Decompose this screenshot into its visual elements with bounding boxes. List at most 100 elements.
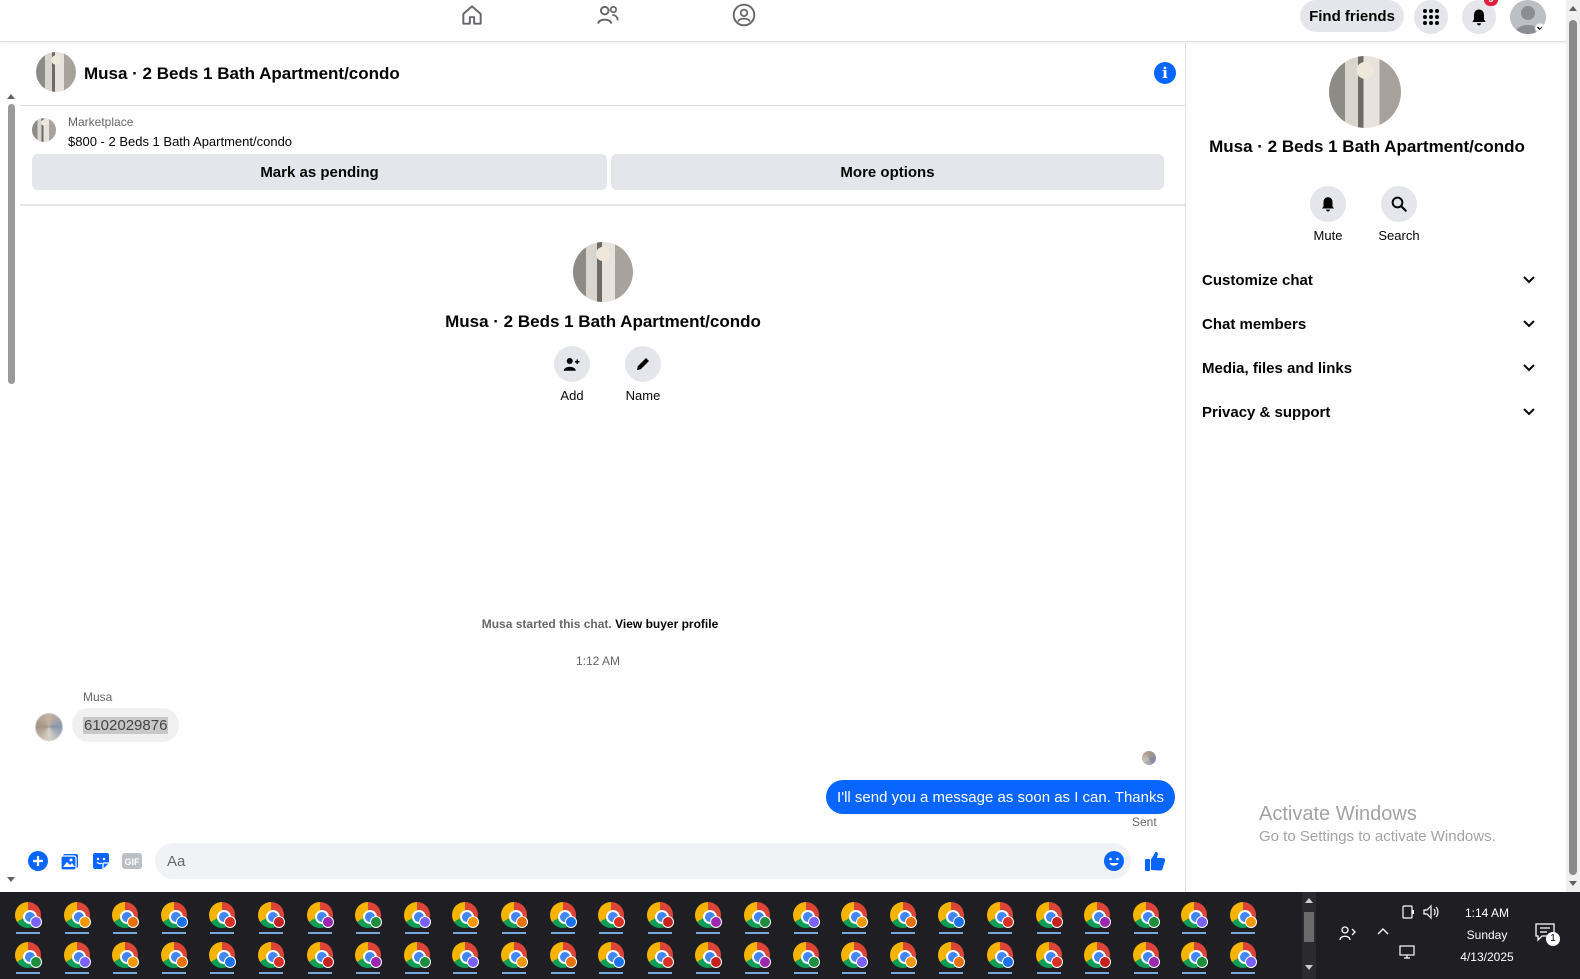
chrome-profile-taskbar-icon[interactable] bbox=[1221, 936, 1265, 974]
chrome-profile-taskbar-icon[interactable] bbox=[784, 936, 828, 974]
chrome-profile-taskbar-icon[interactable] bbox=[686, 896, 730, 934]
edit-name-button[interactable]: Name bbox=[613, 346, 673, 403]
chrome-profile-taskbar-icon[interactable] bbox=[395, 896, 439, 934]
mute-button[interactable]: Mute bbox=[1298, 186, 1358, 243]
chrome-profile-taskbar-icon[interactable] bbox=[541, 896, 585, 934]
chrome-profile-taskbar-icon[interactable] bbox=[249, 936, 293, 974]
chat-title[interactable]: Musa · 2 Beds 1 Bath Apartment/condo bbox=[84, 64, 400, 84]
chrome-profile-taskbar-icon[interactable] bbox=[881, 896, 925, 934]
find-friends-button[interactable]: Find friends bbox=[1300, 0, 1404, 32]
chrome-profile-taskbar-icon[interactable] bbox=[735, 936, 779, 974]
privacy-support-section[interactable]: Privacy & support bbox=[1202, 392, 1548, 432]
chrome-profile-taskbar-icon[interactable] bbox=[589, 936, 633, 974]
chrome-profile-taskbar-icon[interactable] bbox=[881, 936, 925, 974]
listing-thumbnail[interactable] bbox=[32, 118, 56, 142]
chrome-profile-taskbar-icon[interactable] bbox=[832, 896, 876, 934]
chrome-profile-taskbar-icon[interactable] bbox=[589, 896, 633, 934]
groups-icon[interactable] bbox=[724, 0, 764, 30]
chrome-profile-taskbar-icon[interactable] bbox=[784, 896, 828, 934]
chrome-profile-taskbar-icon[interactable] bbox=[929, 936, 973, 974]
chrome-profile-taskbar-icon[interactable] bbox=[832, 936, 876, 974]
chrome-profile-taskbar-icon[interactable] bbox=[55, 896, 99, 934]
taskbar-clock[interactable]: 1:14 AM Sunday 4/13/2025 bbox=[1442, 902, 1532, 968]
home-icon[interactable] bbox=[452, 0, 492, 30]
gif-icon[interactable]: GIF bbox=[121, 850, 143, 872]
chat-avatar[interactable] bbox=[36, 52, 76, 92]
chat-members-section[interactable]: Chat members bbox=[1202, 304, 1548, 344]
outgoing-message[interactable]: I'll send you a message as soon as I can… bbox=[826, 780, 1175, 814]
chrome-profile-taskbar-icon[interactable] bbox=[978, 896, 1022, 934]
chrome-profile-taskbar-icon[interactable] bbox=[929, 896, 973, 934]
add-people-button[interactable]: Add bbox=[542, 346, 602, 403]
search-button[interactable]: Search bbox=[1369, 186, 1429, 243]
chrome-profile-taskbar-icon[interactable] bbox=[541, 936, 585, 974]
chrome-profile-taskbar-icon[interactable] bbox=[1172, 936, 1216, 974]
chrome-profile-taskbar-icon[interactable] bbox=[395, 936, 439, 974]
menu-grid-button[interactable] bbox=[1414, 0, 1448, 34]
name-label: Name bbox=[625, 388, 661, 403]
chrome-profile-taskbar-icon[interactable] bbox=[1075, 936, 1119, 974]
account-avatar[interactable] bbox=[1510, 0, 1546, 34]
notification-count-badge: 1 bbox=[1546, 932, 1560, 946]
people-icon[interactable] bbox=[1338, 924, 1358, 942]
chrome-profile-taskbar-icon[interactable] bbox=[298, 896, 342, 934]
chrome-profile-taskbar-icon[interactable] bbox=[1172, 896, 1216, 934]
chrome-profile-taskbar-icon[interactable] bbox=[492, 936, 536, 974]
chevron-up-icon[interactable] bbox=[1376, 926, 1390, 936]
info-icon[interactable]: i bbox=[1154, 62, 1176, 84]
chrome-profile-taskbar-icon[interactable] bbox=[735, 896, 779, 934]
chrome-profile-taskbar-icon[interactable] bbox=[103, 896, 147, 934]
chrome-profile-taskbar-icon[interactable] bbox=[1221, 896, 1265, 934]
view-buyer-profile-link[interactable]: View buyer profile bbox=[615, 617, 718, 631]
chrome-profile-taskbar-icon[interactable] bbox=[346, 896, 390, 934]
add-person-icon bbox=[563, 358, 580, 371]
taskbar-scrollbar[interactable] bbox=[1302, 892, 1316, 979]
incoming-message[interactable]: 6102029876 bbox=[72, 708, 180, 742]
photo-icon[interactable] bbox=[59, 850, 81, 872]
chrome-profile-taskbar-icon[interactable] bbox=[978, 936, 1022, 974]
chrome-profile-taskbar-icon[interactable] bbox=[686, 936, 730, 974]
chrome-profile-taskbar-icon[interactable] bbox=[1124, 896, 1168, 934]
chrome-profile-taskbar-icon[interactable] bbox=[249, 896, 293, 934]
chrome-profile-taskbar-icon[interactable] bbox=[200, 896, 244, 934]
chrome-profile-taskbar-icon[interactable] bbox=[152, 896, 196, 934]
network-icon[interactable] bbox=[1398, 944, 1418, 960]
chrome-profile-taskbar-icon[interactable] bbox=[200, 936, 244, 974]
mark-as-pending-button[interactable]: Mark as pending bbox=[32, 154, 607, 190]
intro-avatar[interactable] bbox=[573, 242, 633, 302]
chrome-profile-taskbar-icon[interactable] bbox=[298, 936, 342, 974]
page-scrollbar[interactable] bbox=[1566, 0, 1580, 892]
customize-chat-section[interactable]: Customize chat bbox=[1202, 260, 1548, 300]
chrome-profile-taskbar-icon[interactable] bbox=[638, 936, 682, 974]
listing-title[interactable]: $800 - 2 Beds 1 Bath Apartment/condo bbox=[68, 134, 292, 149]
chrome-profile-taskbar-icon[interactable] bbox=[443, 896, 487, 934]
chrome-profile-taskbar-icon[interactable] bbox=[6, 936, 50, 974]
emoji-icon[interactable] bbox=[1103, 850, 1125, 872]
chrome-profile-taskbar-icon[interactable] bbox=[152, 936, 196, 974]
chat-scrollbar[interactable] bbox=[4, 88, 18, 888]
message-input[interactable]: Aa bbox=[155, 843, 1131, 879]
friends-icon[interactable] bbox=[588, 0, 628, 30]
chrome-profile-taskbar-icon[interactable] bbox=[638, 896, 682, 934]
sender-avatar[interactable] bbox=[35, 713, 63, 741]
battery-icon[interactable] bbox=[1400, 904, 1416, 920]
more-options-button[interactable]: More options bbox=[611, 154, 1164, 190]
action-center-button[interactable]: 1 bbox=[1534, 922, 1560, 946]
chrome-profile-taskbar-icon[interactable] bbox=[1075, 896, 1119, 934]
chrome-profile-taskbar-icon[interactable] bbox=[346, 936, 390, 974]
chrome-profile-taskbar-icon[interactable] bbox=[103, 936, 147, 974]
chrome-profile-taskbar-icon[interactable] bbox=[492, 896, 536, 934]
chrome-profile-taskbar-icon[interactable] bbox=[1027, 936, 1071, 974]
chrome-profile-taskbar-icon[interactable] bbox=[1124, 936, 1168, 974]
chrome-profile-taskbar-icon[interactable] bbox=[55, 936, 99, 974]
speaker-icon[interactable] bbox=[1422, 904, 1440, 920]
chrome-profile-taskbar-icon[interactable] bbox=[1027, 896, 1071, 934]
plus-icon[interactable] bbox=[27, 850, 49, 872]
chrome-profile-taskbar-icon[interactable] bbox=[6, 896, 50, 934]
chrome-profile-taskbar-icon[interactable] bbox=[443, 936, 487, 974]
media-files-links-section[interactable]: Media, files and links bbox=[1202, 348, 1548, 388]
details-avatar[interactable] bbox=[1329, 56, 1401, 128]
notifications-button[interactable]: 9 bbox=[1462, 0, 1498, 34]
like-icon[interactable] bbox=[1142, 848, 1168, 874]
sticker-icon[interactable] bbox=[90, 850, 112, 872]
